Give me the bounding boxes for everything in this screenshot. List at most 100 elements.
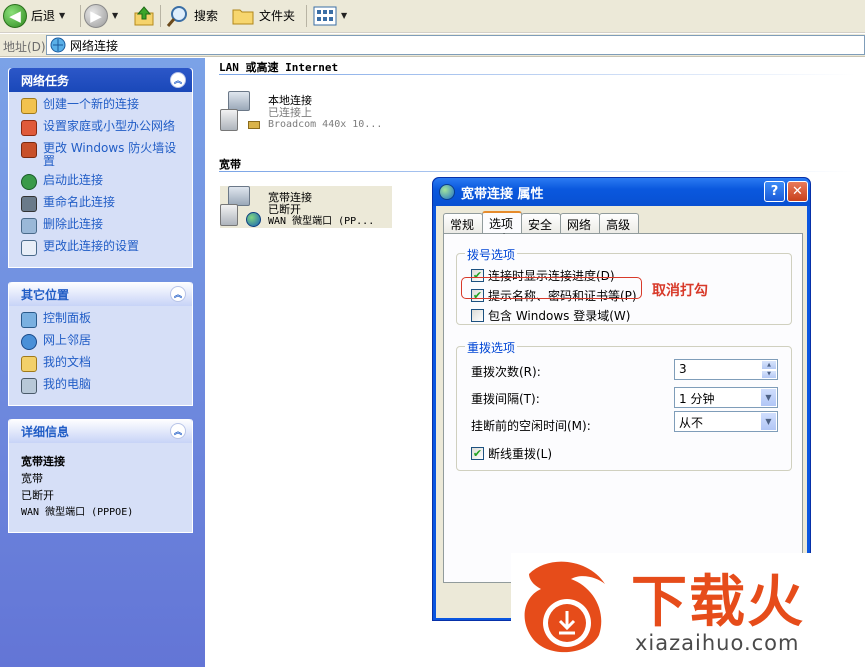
task-label: 重命名此连接 bbox=[43, 195, 116, 209]
toolbar: ◀ 后退 ▼ ▶ ▼ 搜索 文件夹 ▼ bbox=[0, 0, 865, 33]
group-divider bbox=[219, 74, 855, 75]
flame-logo-icon bbox=[524, 561, 605, 653]
views-icon bbox=[313, 6, 337, 25]
place-label: 我的电脑 bbox=[43, 377, 92, 391]
chevron-down-icon[interactable]: ▼ bbox=[760, 388, 777, 407]
toolbar-separator bbox=[306, 5, 307, 27]
task-start-connection[interactable]: 启动此连接 bbox=[21, 174, 182, 190]
my-documents-icon bbox=[21, 356, 37, 372]
other-places-panel: 其它位置 ︽ 控制面板 网上邻居 我的文档 我的电脑 bbox=[8, 282, 193, 406]
collapse-icon[interactable]: ︽ bbox=[170, 286, 186, 302]
task-new-connection[interactable]: 创建一个新的连接 bbox=[21, 98, 182, 114]
address-label: 地址(D) bbox=[3, 40, 46, 54]
include-domain-checkbox[interactable]: 包含 Windows 登录域(W) bbox=[471, 307, 630, 324]
broadband-group-heading: 宽带 bbox=[219, 158, 241, 171]
folders-label: 文件夹 bbox=[259, 9, 296, 23]
task-label: 更改此连接的设置 bbox=[43, 239, 140, 253]
chevron-down-icon[interactable]: ▼ bbox=[341, 11, 347, 20]
redial-on-drop-checkbox[interactable]: ✔ 断线重拨(L) bbox=[471, 445, 552, 462]
delete-icon bbox=[21, 218, 37, 234]
chevron-down-icon[interactable]: ▼ bbox=[59, 11, 65, 20]
close-button[interactable]: ✕ bbox=[787, 181, 808, 202]
spinner-buttons[interactable]: ▲ ▼ bbox=[761, 360, 777, 379]
connection-status: 已连接上 bbox=[268, 106, 312, 119]
task-label: 设置家庭或小型办公网络 bbox=[43, 119, 176, 133]
connection-status: 已断开 bbox=[268, 203, 301, 216]
task-label: 删除此连接 bbox=[43, 217, 104, 231]
other-places-header[interactable]: 其它位置 ︽ bbox=[9, 282, 192, 306]
up-folder-button[interactable] bbox=[133, 2, 155, 29]
task-home-network[interactable]: 设置家庭或小型办公网络 bbox=[21, 120, 182, 136]
place-my-computer[interactable]: 我的电脑 bbox=[21, 378, 182, 394]
folders-icon bbox=[232, 9, 254, 24]
place-network-places[interactable]: 网上邻居 bbox=[21, 334, 182, 350]
tab-options[interactable]: 选项 bbox=[482, 211, 523, 233]
search-button[interactable]: 搜索 bbox=[166, 2, 218, 29]
chevron-down-icon[interactable]: ▼ bbox=[760, 412, 777, 431]
network-tasks-panel: 网络任务 ︽ 创建一个新的连接 设置家庭或小型办公网络 更改 Windows 防… bbox=[8, 68, 193, 268]
detail-device: WAN 微型端口 (PPPOE) bbox=[21, 507, 134, 518]
watermark: 下载火 xiazaihuo.com bbox=[511, 553, 865, 667]
task-rename[interactable]: 重命名此连接 bbox=[21, 196, 182, 212]
details-header[interactable]: 详细信息 ︽ bbox=[9, 419, 192, 443]
checkbox-label: 断线重拨(L) bbox=[488, 447, 553, 461]
broadband-connection-item[interactable]: 宽带连接 已断开 WAN 微型端口 (PP... bbox=[220, 186, 392, 228]
views-button[interactable]: ▼ bbox=[313, 2, 347, 29]
folders-button[interactable]: 文件夹 bbox=[231, 2, 295, 29]
spin-down-icon[interactable]: ▼ bbox=[761, 369, 777, 379]
place-label: 我的文档 bbox=[43, 355, 92, 369]
spinner-value: 3 bbox=[679, 362, 687, 376]
address-bar: 地址(D) 网络连接 bbox=[0, 34, 865, 57]
address-value: 网络连接 bbox=[70, 38, 119, 53]
dialog-titlebar[interactable]: 宽带连接 属性 bbox=[433, 178, 810, 206]
checkmark-icon: ✔ bbox=[471, 447, 484, 460]
chevron-down-icon[interactable]: ▼ bbox=[112, 11, 118, 20]
lan-connection-icon bbox=[220, 91, 260, 131]
task-delete[interactable]: 删除此连接 bbox=[21, 218, 182, 234]
group-legend: 重拨选项 bbox=[465, 339, 518, 356]
spin-up-icon[interactable]: ▲ bbox=[761, 360, 777, 370]
idle-time-select[interactable]: 从不 ▼ bbox=[674, 411, 778, 432]
watermark-url: xiazaihuo.com bbox=[635, 631, 800, 655]
forward-arrow-icon: ▶ bbox=[84, 3, 108, 28]
back-button[interactable]: ◀ 后退 ▼ bbox=[3, 2, 65, 29]
redial-interval-label: 重拨间隔(T): bbox=[471, 392, 540, 406]
tab-advanced[interactable]: 高级 bbox=[599, 213, 640, 233]
my-computer-icon bbox=[21, 378, 37, 394]
redial-options-group: 重拨选项 重拨次数(R): 3 ▲ ▼ 重拨间隔(T): 1 分钟 ▼ 挂断前的… bbox=[456, 339, 792, 471]
home-network-icon bbox=[21, 120, 37, 136]
redial-attempts-label: 重拨次数(R): bbox=[471, 365, 541, 379]
network-places-icon bbox=[21, 334, 37, 350]
lan-group-heading: LAN 或高速 Internet bbox=[219, 61, 339, 74]
task-firewall[interactable]: 更改 Windows 防火墙设置 bbox=[21, 142, 182, 168]
place-control-panel[interactable]: 控制面板 bbox=[21, 312, 182, 328]
place-my-documents[interactable]: 我的文档 bbox=[21, 356, 182, 372]
panel-title: 网络任务 bbox=[21, 73, 70, 88]
up-folder-icon bbox=[134, 5, 154, 25]
tab-general[interactable]: 常规 bbox=[443, 213, 484, 233]
checkbox-box bbox=[471, 309, 484, 322]
forward-button[interactable]: ▶ ▼ bbox=[84, 2, 118, 29]
tab-networking[interactable]: 网络 bbox=[560, 213, 601, 233]
detail-connection-name: 宽带连接 bbox=[21, 455, 65, 468]
network-tasks-header[interactable]: 网络任务 ︽ bbox=[9, 68, 192, 92]
task-change-settings[interactable]: 更改此连接的设置 bbox=[21, 240, 182, 256]
detail-type: 宽带 bbox=[21, 472, 43, 485]
dialog-title: 宽带连接 属性 bbox=[461, 186, 544, 202]
address-input[interactable]: 网络连接 bbox=[46, 35, 865, 55]
network-connections-icon bbox=[50, 37, 66, 53]
local-connection-item[interactable]: 本地连接 已连接上 Broadcom 440x 10... bbox=[220, 91, 382, 131]
place-label: 控制面板 bbox=[43, 311, 92, 325]
collapse-icon[interactable]: ︽ bbox=[170, 423, 186, 439]
help-button[interactable]: ? bbox=[764, 181, 785, 202]
redial-attempts-spinner[interactable]: 3 ▲ ▼ bbox=[674, 359, 778, 380]
idle-time-label: 挂断前的空闲时间(M): bbox=[471, 419, 591, 433]
tab-security[interactable]: 安全 bbox=[521, 213, 562, 233]
group-legend: 拨号选项 bbox=[465, 246, 518, 263]
redial-interval-select[interactable]: 1 分钟 ▼ bbox=[674, 387, 778, 408]
toolbar-separator bbox=[80, 5, 81, 27]
back-label: 后退 bbox=[31, 9, 56, 23]
checkbox-label: 包含 Windows 登录域(W) bbox=[488, 309, 631, 323]
collapse-icon[interactable]: ︽ bbox=[170, 72, 186, 88]
select-value: 从不 bbox=[679, 416, 704, 430]
